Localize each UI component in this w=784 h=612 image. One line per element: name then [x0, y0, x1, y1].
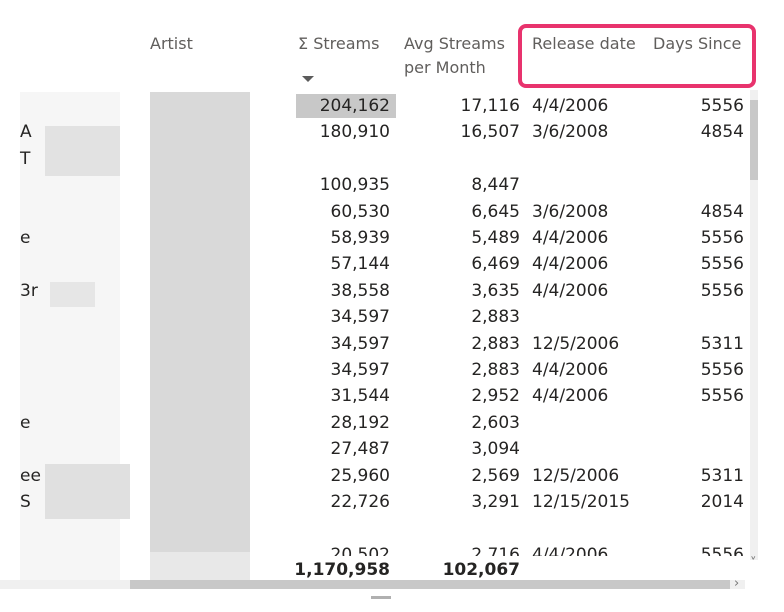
days-since-cell: 4854 — [700, 202, 744, 222]
streams-cell: 57,144 — [330, 254, 390, 274]
release-date-cell: 4/4/2006 — [532, 360, 609, 380]
artist-cell-fragment: e — [20, 228, 31, 248]
release-date-cell: 12/15/2015 — [532, 492, 630, 512]
avg-streams-cell: 2,883 — [471, 334, 520, 354]
avg-streams-cell: 8,447 — [471, 175, 520, 195]
avg-streams-cell: 6,645 — [471, 202, 520, 222]
days-since-cell: 5556 — [700, 386, 744, 406]
avg-streams-cell: 2,952 — [471, 386, 520, 406]
streams-cell: 34,597 — [330, 334, 390, 354]
vertical-scrollbar[interactable] — [750, 90, 758, 560]
release-date-cell: 4/4/2006 — [532, 386, 609, 406]
streams-cell: 31,544 — [330, 386, 390, 406]
avg-streams-cell: 2,883 — [471, 307, 520, 327]
days-since-cell: 5556 — [700, 96, 744, 116]
release-date-cell: 4/4/2006 — [532, 96, 609, 116]
days-since-cell: 5556 — [700, 360, 744, 380]
days-since-cell: 5556 — [700, 545, 744, 556]
streams-cell: 60,530 — [330, 202, 390, 222]
artist-cell-fragment: e — [20, 413, 31, 433]
streams-cell: 28,192 — [330, 413, 390, 433]
table-body: 204,162 17,116 4/4/2006 5556 A 180,910 16,507 3… — [0, 0, 784, 556]
days-since-cell: 5311 — [700, 466, 744, 486]
artist-cell-fragment: 3r — [20, 281, 38, 301]
streams-cell: 20,502 — [330, 545, 390, 556]
days-since-cell: 5311 — [700, 334, 744, 354]
resize-handle-bottom[interactable] — [371, 596, 391, 599]
release-date-cell: 4/4/2006 — [532, 254, 609, 274]
streams-cell: 22,726 — [330, 492, 390, 512]
artist-cell-fragment: T — [20, 149, 31, 169]
avg-streams-cell: 3,094 — [471, 439, 520, 459]
scroll-down-icon[interactable]: ˅ — [750, 556, 757, 571]
avg-streams-cell: 6,469 — [471, 254, 520, 274]
avg-streams-cell: 17,116 — [460, 96, 520, 116]
release-date-cell: 3/6/2008 — [532, 202, 609, 222]
avg-streams-cell: 3,291 — [471, 492, 520, 512]
streams-cell: 34,597 — [330, 360, 390, 380]
artist-cell-fragment: A — [20, 122, 32, 142]
days-since-cell: 4854 — [700, 122, 744, 142]
streams-cell: 180,910 — [319, 122, 390, 142]
streams-cell: 34,597 — [330, 307, 390, 327]
vertical-scroll-thumb[interactable] — [750, 100, 758, 180]
days-since-cell: 5556 — [700, 228, 744, 248]
avg-streams-cell: 2,603 — [471, 413, 520, 433]
release-date-cell: 3/6/2008 — [532, 122, 609, 142]
streams-cell: 58,939 — [330, 228, 390, 248]
artist-cell-fragment: S — [20, 492, 31, 512]
days-since-cell: 5556 — [700, 281, 744, 301]
total-avg-streams: 102,067 — [442, 560, 520, 580]
scroll-right-icon[interactable]: › — [734, 576, 739, 591]
avg-streams-cell: 16,507 — [460, 122, 520, 142]
avg-streams-cell: 5,489 — [471, 228, 520, 248]
release-date-cell: 12/5/2006 — [532, 334, 620, 354]
avg-streams-cell: 2,569 — [471, 466, 520, 486]
artist-cell-fragment: ee — [20, 466, 41, 486]
total-streams: 1,170,958 — [294, 560, 390, 580]
horizontal-scrollbar[interactable] — [0, 580, 745, 589]
release-date-cell: 4/4/2006 — [532, 281, 609, 301]
streams-cell: 25,960 — [330, 466, 390, 486]
avg-streams-cell: 3,635 — [471, 281, 520, 301]
release-date-cell: 4/4/2006 — [532, 228, 609, 248]
streams-cell: 38,558 — [330, 281, 390, 301]
release-date-cell: 12/5/2006 — [532, 466, 620, 486]
streams-cell: 204,162 — [319, 96, 390, 116]
avg-streams-cell: 2,883 — [471, 360, 520, 380]
streams-cell: 100,935 — [319, 175, 390, 195]
days-since-cell: 5556 — [700, 254, 744, 274]
release-date-cell: 4/4/2006 — [532, 545, 609, 556]
days-since-cell: 2014 — [700, 492, 744, 512]
streams-cell: 27,487 — [330, 439, 390, 459]
horizontal-scroll-thumb[interactable] — [130, 580, 730, 589]
avg-streams-cell: 2,716 — [471, 545, 520, 556]
